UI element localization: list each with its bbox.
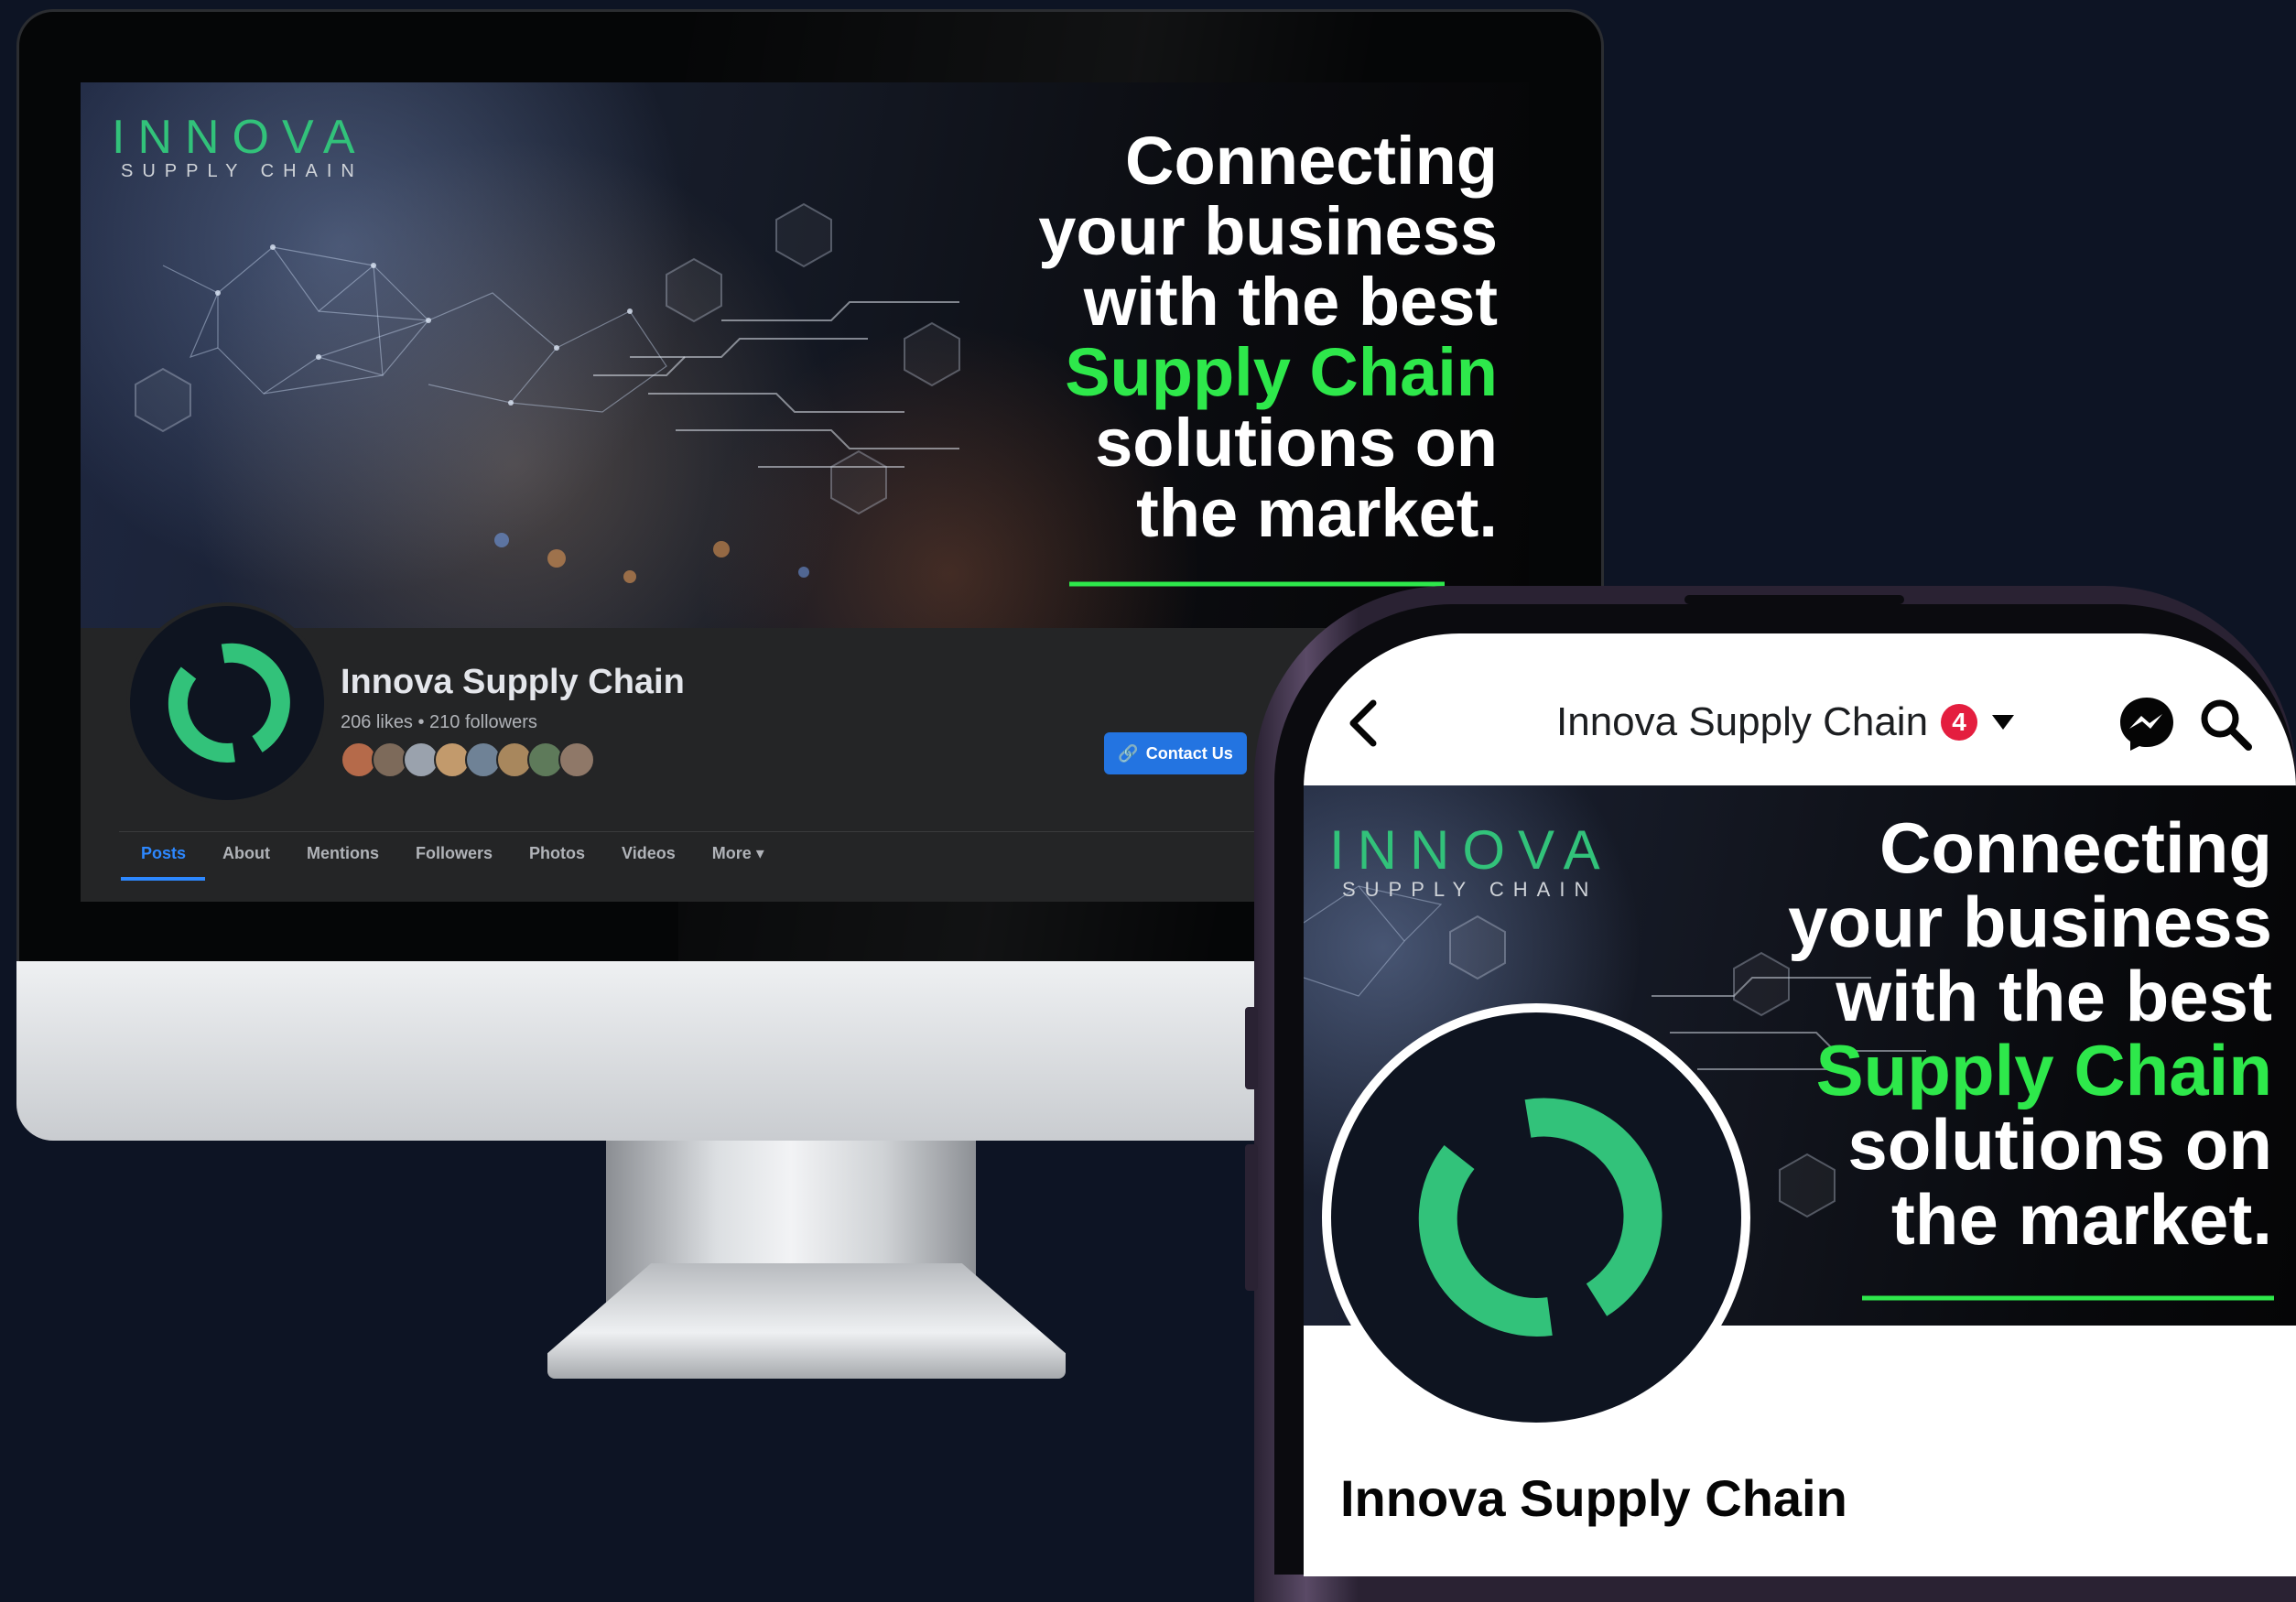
follower-avatars[interactable] <box>341 741 595 778</box>
tab-followers[interactable]: Followers <box>416 844 493 863</box>
tagline-line-1: Connecting <box>1879 807 2272 888</box>
link-icon: 🔗 <box>1118 743 1139 763</box>
mobile-innova-logo: INNOVA SUPPLY CHAIN <box>1329 818 1613 902</box>
follower-avatar <box>558 741 595 778</box>
tagline-line-6: the market. <box>1890 1178 2272 1260</box>
dropdown-caret-icon[interactable] <box>1990 713 2016 731</box>
search-icon[interactable] <box>2197 696 2254 752</box>
tab-photos[interactable]: Photos <box>529 844 585 863</box>
phone-volume-button <box>1245 1144 1258 1291</box>
mobile-header-title-text: Innova Supply Chain <box>1556 699 1929 744</box>
logo-subtitle: SUPPLY CHAIN <box>121 161 363 181</box>
messenger-icon[interactable] <box>2117 694 2177 754</box>
mobile-header-title[interactable]: Innova Supply Chain 4 <box>1556 699 2016 745</box>
desktop-page-stats[interactable]: 206 likes • 210 followers <box>341 712 537 733</box>
logo-subtitle: SUPPLY CHAIN <box>1342 878 1598 901</box>
tab-about[interactable]: About <box>222 844 270 863</box>
phone-side-button <box>1245 1007 1258 1089</box>
tagline-line-1: Connecting <box>1125 123 1498 199</box>
back-chevron-icon[interactable] <box>1346 698 1382 749</box>
contact-us-button[interactable]: 🔗 Contact Us <box>1104 732 1247 774</box>
logo-wordmark: INNOVA <box>112 111 368 164</box>
desktop-profile-picture[interactable] <box>126 602 328 804</box>
innova-ring-logo <box>1418 1098 1662 1337</box>
active-tab-indicator <box>121 877 205 881</box>
tagline-line-6: the market. <box>1136 474 1498 551</box>
contact-us-label: Contact Us <box>1145 743 1233 763</box>
tagline-line-5: solutions on <box>1095 404 1498 481</box>
desktop-page-tabs: Posts About Mentions Followers Photos Vi… <box>141 844 764 863</box>
tab-mentions[interactable]: Mentions <box>307 844 379 863</box>
logo-wordmark: INNOVA <box>1329 819 1613 881</box>
notification-badge: 4 <box>1941 704 1978 741</box>
tab-more[interactable]: More ▾ <box>712 844 764 863</box>
tagline-line-2: your business <box>1788 882 2272 963</box>
mobile-cover-tagline: Connecting your business with the best S… <box>1668 807 2272 1260</box>
tagline-line-5: solutions on <box>1847 1104 2272 1185</box>
tagline-line-3: with the best <box>1836 956 2272 1037</box>
desktop-innova-logo: INNOVA SUPPLY CHAIN <box>112 110 368 182</box>
desktop-cover-tagline: Connecting your business with the best S… <box>857 123 1498 551</box>
tagline-highlight: Supply Chain <box>1815 1030 2272 1111</box>
innova-ring-logo <box>168 643 290 763</box>
phone-speaker <box>1684 595 1904 604</box>
desktop-page-name[interactable]: Innova Supply Chain <box>341 663 685 702</box>
mobile-facebook-page: Innova Supply Chain 4 INNOVA SUPPLY CHAI… <box>1304 633 2296 1576</box>
mobile-page-name[interactable]: Innova Supply Chain <box>1340 1468 1847 1528</box>
tagline-line-3: with the best <box>1083 263 1498 340</box>
desktop-cover-photo: INNOVA SUPPLY CHAIN Connecting your busi… <box>81 82 1529 628</box>
tab-videos[interactable]: Videos <box>622 844 676 863</box>
tagline-line-2: your business <box>1038 192 1498 269</box>
tagline-highlight: Supply Chain <box>1065 333 1498 410</box>
tab-posts[interactable]: Posts <box>141 844 186 863</box>
mobile-profile-picture[interactable] <box>1322 1003 1750 1432</box>
